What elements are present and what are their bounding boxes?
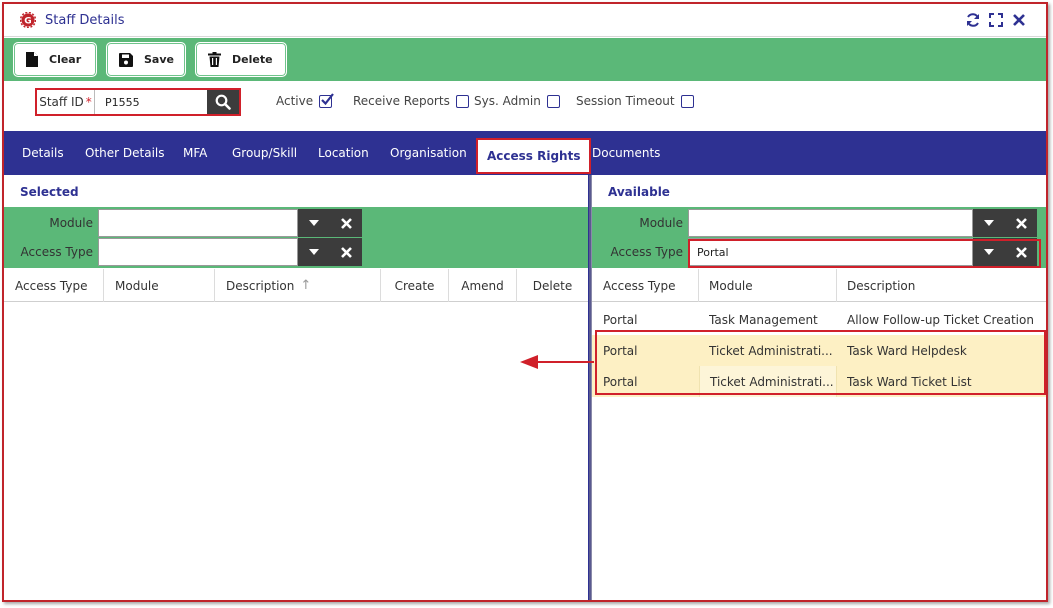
clear-icon	[340, 246, 352, 258]
tab-details[interactable]: Details	[22, 131, 64, 175]
expand-icon[interactable]	[987, 11, 1005, 29]
available-title: Available	[608, 185, 670, 199]
delete-label: Delete	[232, 53, 273, 66]
move-left-arrow-icon	[520, 355, 594, 369]
clear-label: Clear	[49, 53, 82, 66]
svg-text:G: G	[24, 16, 31, 26]
available-access-type-dropdown-button[interactable]	[973, 238, 1005, 266]
session-timeout-label: Session Timeout	[576, 94, 675, 108]
caret-down-icon	[309, 249, 319, 255]
column-header-description[interactable]: Description ↑	[215, 269, 381, 302]
selected-rows-highlight	[595, 330, 1046, 395]
save-icon	[119, 52, 133, 67]
tab-other-details[interactable]: Other Details	[85, 131, 165, 175]
staff-header-row: Staff ID * Active Receive Reports Sys. A…	[4, 81, 1046, 131]
available-grid-header: Access Type Module Description	[592, 269, 1046, 302]
receive-reports-checkbox[interactable]	[455, 94, 469, 108]
tab-mfa[interactable]: MFA	[183, 131, 207, 175]
required-mark: *	[85, 95, 92, 109]
sort-ascending-icon: ↑	[300, 278, 312, 293]
sys-admin-label: Sys. Admin	[474, 94, 541, 108]
active-checkbox-group: Active	[276, 92, 334, 108]
selected-access-type-clear-button[interactable]	[330, 238, 362, 266]
tab-access-rights[interactable]: Access Rights	[476, 138, 592, 174]
selected-filter-area: Module Access Type	[4, 207, 588, 268]
caret-down-icon	[309, 220, 319, 226]
sys-admin-checkbox-group: Sys. Admin	[474, 94, 560, 108]
selected-access-type-label: Access Type	[20, 245, 93, 259]
checkmark-icon	[321, 92, 334, 105]
column-header-access-type[interactable]: Access Type	[592, 269, 699, 302]
selected-module-clear-button[interactable]	[330, 209, 362, 237]
column-header-access-type[interactable]: Access Type	[4, 269, 104, 302]
session-timeout-checkbox-group: Session Timeout	[576, 94, 694, 108]
caret-down-icon	[984, 220, 994, 226]
selected-pane: Selected Module Access Type Access Type …	[4, 175, 588, 600]
tab-location[interactable]: Location	[318, 131, 369, 175]
staff-search-button[interactable]	[207, 90, 239, 114]
receive-reports-label: Receive Reports	[353, 94, 450, 108]
save-label: Save	[144, 53, 174, 66]
sys-admin-checkbox[interactable]	[546, 94, 560, 108]
trash-icon	[208, 52, 221, 67]
available-access-type-clear-button[interactable]	[1005, 238, 1037, 266]
window-title: Staff Details	[45, 13, 125, 28]
selected-module-input[interactable]	[98, 209, 298, 237]
tab-documents[interactable]: Documents	[592, 131, 660, 175]
available-module-label: Module	[639, 216, 683, 230]
staff-details-window: G Staff Details Clear Save Delete Staff …	[2, 2, 1048, 602]
selected-access-type-input[interactable]	[98, 238, 298, 266]
tab-bar: Details Other Details MFA Group/Skill Lo…	[4, 131, 1046, 175]
selected-title: Selected	[20, 185, 79, 199]
available-access-type-label: Access Type	[610, 245, 683, 259]
active-checkbox[interactable]	[319, 92, 334, 108]
column-header-delete[interactable]: Delete	[517, 269, 588, 302]
clear-icon	[1015, 217, 1027, 229]
selected-module-dropdown-button[interactable]	[298, 209, 330, 237]
receive-reports-checkbox-group: Receive Reports	[353, 94, 469, 108]
staff-id-label: Staff ID *	[37, 90, 95, 114]
available-module-clear-button[interactable]	[1005, 209, 1037, 237]
toolbar: Clear Save Delete	[4, 38, 1046, 81]
selected-grid-header: Access Type Module Description ↑ Create …	[4, 269, 588, 302]
app-logo-icon: G	[20, 12, 36, 28]
clear-icon	[340, 217, 352, 229]
selected-module-label: Module	[49, 216, 93, 230]
clear-icon	[1015, 246, 1027, 258]
selected-grid-body	[4, 302, 588, 600]
clear-button[interactable]: Clear	[13, 42, 97, 77]
available-filter-area: Module Access Type Portal	[592, 207, 1046, 268]
title-bar: G Staff Details	[4, 4, 1046, 37]
column-header-module[interactable]: Module	[699, 269, 837, 302]
caret-down-icon	[984, 249, 994, 255]
search-icon	[215, 94, 231, 110]
tab-organisation[interactable]: Organisation	[390, 131, 467, 175]
session-timeout-checkbox[interactable]	[680, 94, 694, 108]
staff-id-input[interactable]	[95, 90, 207, 114]
delete-button[interactable]: Delete	[195, 42, 287, 77]
column-header-create[interactable]: Create	[381, 269, 449, 302]
column-header-description[interactable]: Description	[837, 269, 1046, 302]
save-button[interactable]: Save	[106, 42, 186, 77]
available-module-input[interactable]	[688, 209, 973, 237]
tab-group-skill[interactable]: Group/Skill	[232, 131, 297, 175]
staff-id-field: Staff ID *	[35, 88, 241, 116]
available-access-type-input[interactable]: Portal	[688, 238, 973, 266]
selected-access-type-dropdown-button[interactable]	[298, 238, 330, 266]
column-header-amend[interactable]: Amend	[449, 269, 517, 302]
file-icon	[26, 52, 38, 67]
close-icon[interactable]	[1010, 11, 1028, 29]
active-label: Active	[276, 94, 314, 108]
available-module-dropdown-button[interactable]	[973, 209, 1005, 237]
refresh-icon[interactable]	[964, 11, 982, 29]
column-header-module[interactable]: Module	[104, 269, 215, 302]
